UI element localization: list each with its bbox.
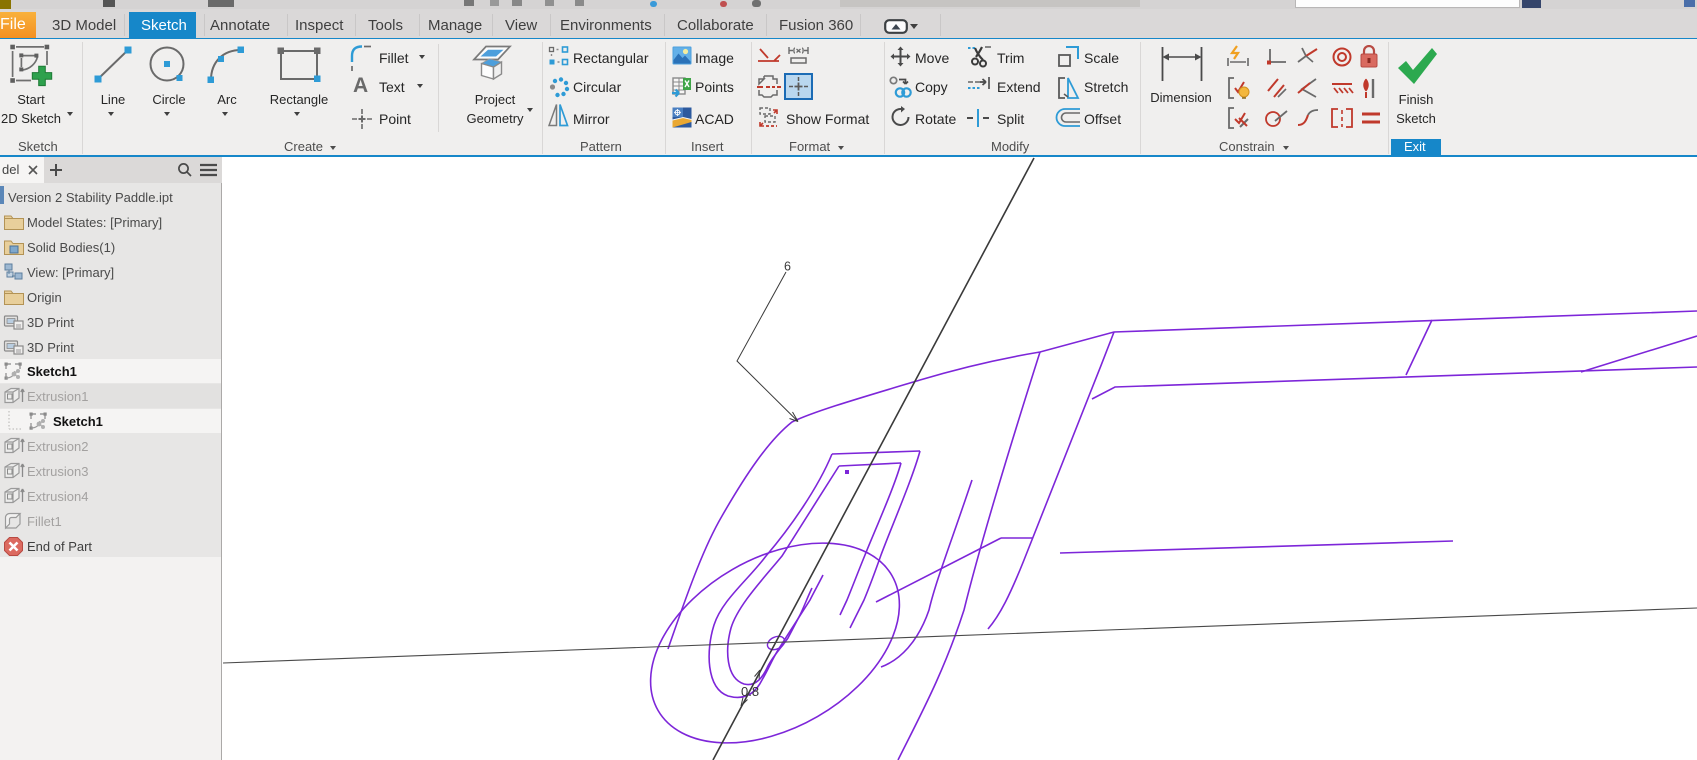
svg-text:6: 6 <box>784 260 791 274</box>
svg-text:0.8: 0.8 <box>741 684 759 699</box>
